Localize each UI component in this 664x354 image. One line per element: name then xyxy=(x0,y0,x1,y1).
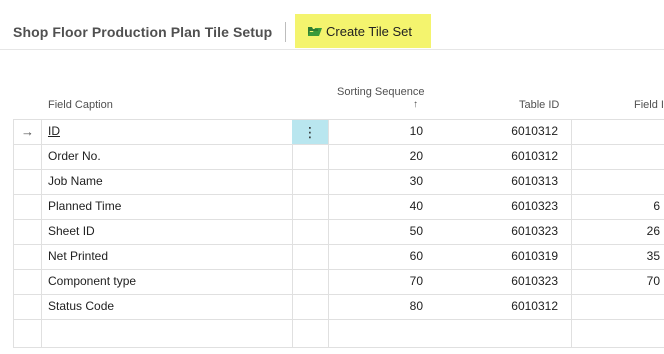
field-caption-cell[interactable]: Job Name xyxy=(48,169,103,194)
sort-ascending-icon: ↑ xyxy=(413,99,418,110)
field-caption-cell[interactable]: Net Printed xyxy=(48,244,108,269)
column-header-sorting-sequence[interactable]: Sorting Sequence xyxy=(337,86,424,98)
sorting-sequence-cell[interactable]: 60 xyxy=(330,244,423,269)
field-id-cell[interactable]: 26 xyxy=(600,219,660,244)
sorting-sequence-cell[interactable]: 80 xyxy=(330,294,423,319)
sorting-sequence-cell[interactable]: 50 xyxy=(330,219,423,244)
field-caption-cell[interactable]: Component type xyxy=(48,269,136,294)
field-caption-cell[interactable]: Status Code xyxy=(48,294,114,319)
row-actions-menu-icon[interactable]: ⋮ xyxy=(292,120,328,144)
sorting-sequence-cell[interactable]: 10 xyxy=(330,119,423,144)
table-id-cell[interactable]: 6010313 xyxy=(460,169,558,194)
table-id-cell[interactable]: 6010319 xyxy=(460,244,558,269)
sorting-sequence-cell[interactable]: 70 xyxy=(330,269,423,294)
table-id-cell[interactable]: 6010312 xyxy=(460,119,558,144)
table-id-cell[interactable]: 6010323 xyxy=(460,194,558,219)
field-caption-cell[interactable]: Order No. xyxy=(48,144,101,169)
column-header-field-caption[interactable]: Field Caption xyxy=(48,99,113,111)
grid-bottom-line xyxy=(13,347,664,348)
table-id-cell[interactable]: 6010323 xyxy=(460,219,558,244)
field-id-cell[interactable]: 35 xyxy=(600,244,660,269)
create-tile-set-icon xyxy=(307,24,323,38)
table-id-cell[interactable]: 6010312 xyxy=(460,144,558,169)
field-caption-cell[interactable]: ID xyxy=(48,119,60,144)
table-id-cell[interactable]: 6010312 xyxy=(460,294,558,319)
create-tile-set-button[interactable]: Create Tile Set xyxy=(295,14,431,48)
field-caption-cell[interactable]: Planned Time xyxy=(48,194,121,219)
title-divider xyxy=(285,22,286,42)
sorting-sequence-cell[interactable]: 40 xyxy=(330,194,423,219)
table-id-cell[interactable]: 6010323 xyxy=(460,269,558,294)
create-tile-set-label: Create Tile Set xyxy=(326,23,412,39)
sorting-sequence-cell[interactable]: 20 xyxy=(330,144,423,169)
column-header-table-id[interactable]: Table ID xyxy=(519,99,559,111)
column-header-field-id[interactable]: Field I xyxy=(634,99,664,111)
field-id-cell[interactable]: 6 xyxy=(600,194,660,219)
table-row[interactable] xyxy=(13,319,664,344)
page-title: Shop Floor Production Plan Tile Setup xyxy=(13,24,273,40)
current-row-arrow-icon: → xyxy=(21,124,34,139)
field-caption-cell[interactable]: Sheet ID xyxy=(48,219,95,244)
field-id-cell[interactable]: 70 xyxy=(600,269,660,294)
sorting-sequence-cell[interactable]: 30 xyxy=(330,169,423,194)
action-bar: Shop Floor Production Plan Tile Setup Cr… xyxy=(0,0,664,50)
